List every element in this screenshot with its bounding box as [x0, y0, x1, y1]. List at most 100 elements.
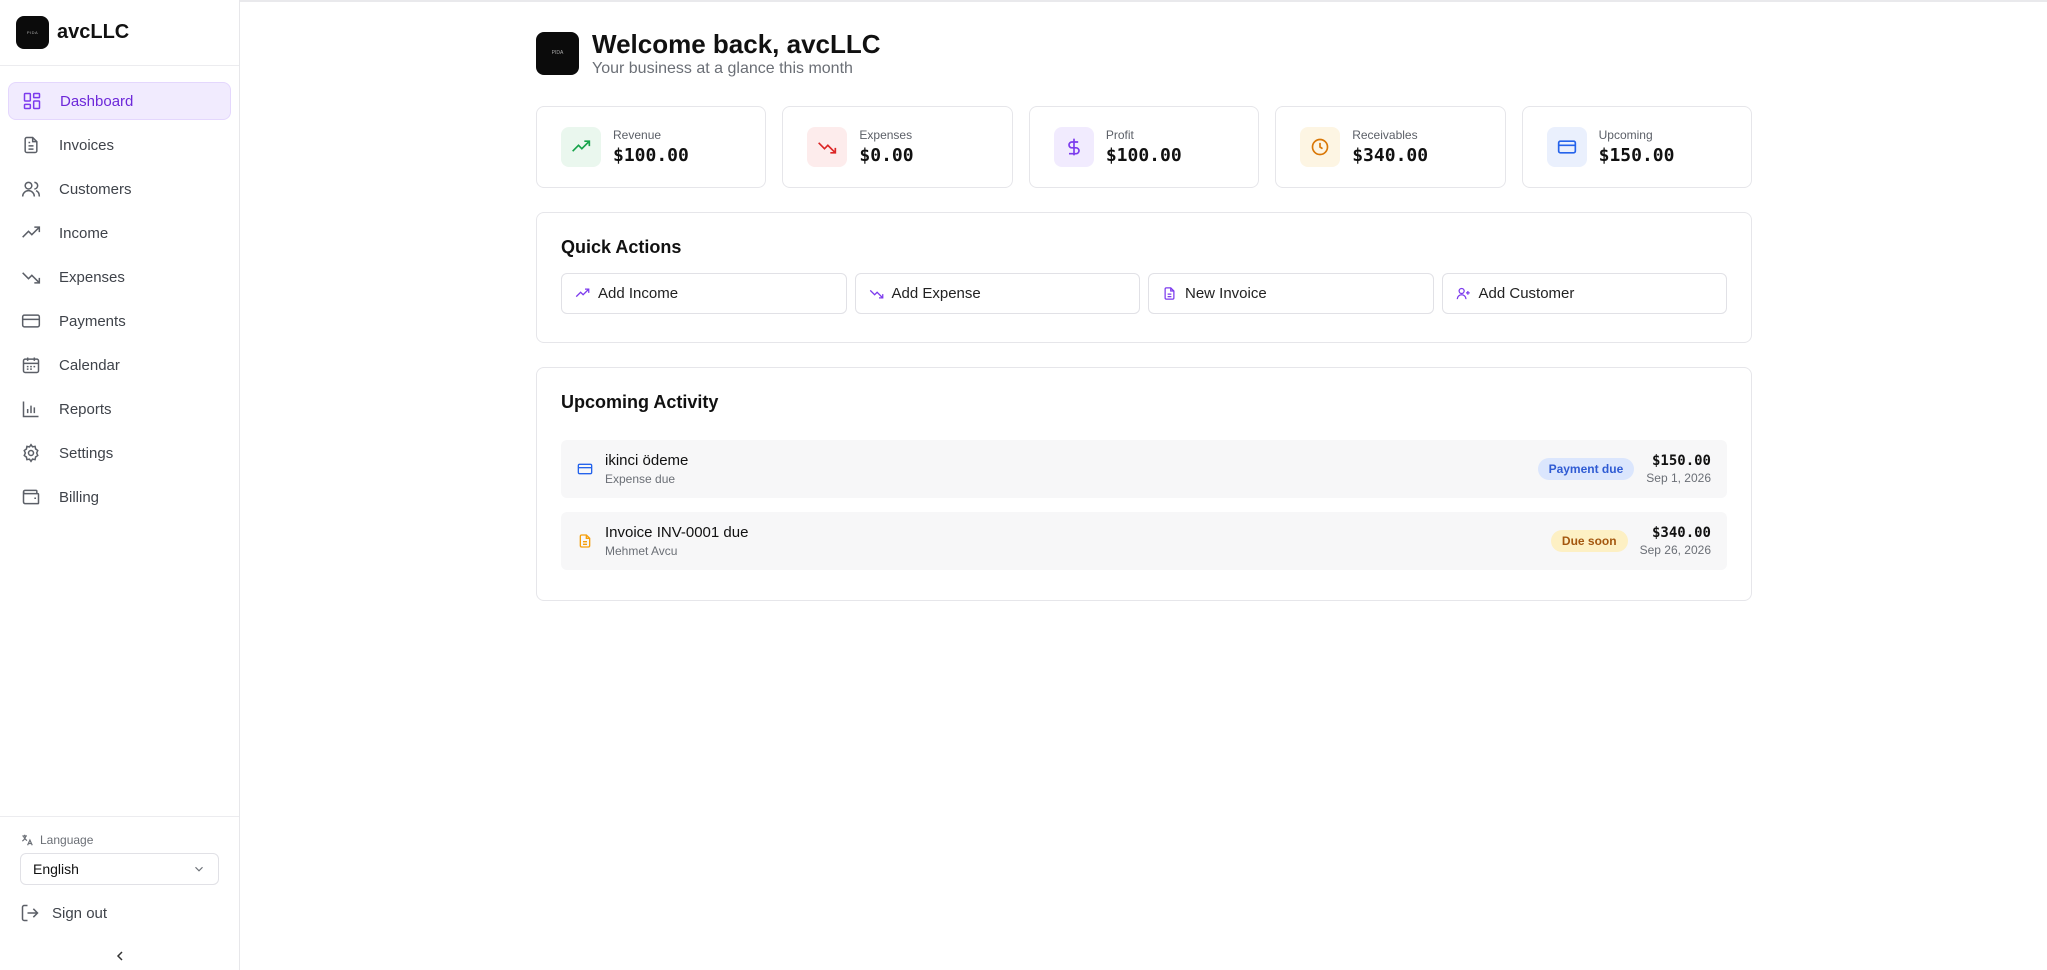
trending-down-icon [21, 267, 41, 287]
language-select-value: English [33, 861, 79, 877]
top-divider [240, 0, 2047, 2]
stat-label: Revenue [613, 128, 662, 142]
sidebar-item-customers[interactable]: Customers [8, 170, 231, 208]
stat-label: Receivables [1352, 128, 1418, 142]
users-icon [21, 179, 41, 199]
activity-amount-block: $340.00 Sep 26, 2026 [1640, 525, 1711, 557]
chevron-down-icon [192, 862, 206, 876]
page-subtitle: Your business at a glance this month [592, 59, 853, 77]
sign-out-button[interactable]: Sign out [20, 903, 239, 923]
status-badge: Payment due [1537, 458, 1635, 480]
user-plus-icon [1456, 286, 1471, 301]
activity-amount: $340.00 [1651, 525, 1711, 541]
stat-text: Revenue $100.00 [613, 128, 689, 166]
stat-value: $100.00 [613, 145, 689, 166]
sidebar-item-invoices[interactable]: Invoices [8, 126, 231, 164]
stat-card-profit: Profit $100.00 [1028, 106, 1260, 188]
activity-amount-block: $150.00 Sep 1, 2026 [1646, 453, 1711, 485]
brand-logo: PIDA [16, 16, 49, 49]
stat-value: $100.00 [1105, 145, 1182, 166]
sidebar-item-label: Calendar [59, 356, 120, 374]
add-customer-label: Add Customer [1478, 285, 1575, 302]
trending-up-icon [572, 140, 591, 152]
dollar-icon [1068, 138, 1080, 156]
sidebar-item-label: Customers [59, 180, 132, 198]
stat-value: $150.00 [1598, 145, 1675, 166]
language-select[interactable]: English [20, 853, 219, 885]
brand-logo-text: PIDA [26, 30, 39, 35]
gear-icon [21, 443, 41, 463]
stat-card-receivables: Receivables $340.00 [1275, 106, 1506, 188]
document-icon [21, 135, 41, 155]
list-item[interactable]: ikinci ödeme Expense due Payment due $15… [561, 440, 1727, 498]
stat-card-upcoming: Upcoming $150.00 [1521, 106, 1753, 188]
credit-card-icon [1557, 140, 1576, 154]
page-header: PIDA Welcome back, avcLLC Your business … [536, 28, 1752, 77]
stat-card-expenses: Expenses $0.00 [782, 106, 1013, 188]
sign-out-label: Sign out [52, 904, 108, 922]
stat-text: Upcoming $150.00 [1599, 128, 1675, 166]
sidebar-item-settings[interactable]: Settings [8, 434, 231, 472]
activity-date: Sep 1, 2026 [1646, 471, 1711, 485]
stat-icon-bg [561, 127, 601, 167]
sidebar-item-dashboard[interactable]: Dashboard [8, 82, 231, 120]
collapse-sidebar-button[interactable] [112, 948, 128, 964]
upcoming-activity-title: Upcoming Activity [561, 392, 719, 412]
sidebar-item-calendar[interactable]: Calendar [8, 346, 231, 384]
sidebar-footer: Language English Sign out [0, 816, 239, 970]
stat-value: $340.00 [1352, 145, 1429, 166]
stat-card-revenue: Revenue $100.00 [536, 106, 767, 188]
sidebar-nav: Dashboard Invoices Customers Income Expe… [0, 66, 239, 516]
stat-text: Receivables $340.00 [1352, 128, 1428, 166]
stat-icon-bg [807, 127, 848, 167]
activity-text: ikinci ödeme Expense due [605, 452, 1538, 486]
list-item[interactable]: Invoice INV-0001 due Mehmet Avcu Due soo… [561, 512, 1727, 570]
new-invoice-label: New Invoice [1185, 285, 1267, 302]
new-invoice-button[interactable]: New Invoice [1148, 273, 1434, 314]
activity-text: Invoice INV-0001 due Mehmet Avcu [605, 524, 1551, 558]
sidebar-item-income[interactable]: Income [8, 214, 231, 252]
add-income-button[interactable]: Add Income [561, 273, 847, 314]
stat-icon-bg [1053, 127, 1094, 167]
quick-actions-row: Add Income Add Expense New Invoice Add C… [561, 273, 1727, 314]
company-logo: PIDA [536, 31, 579, 75]
activity-list: ikinci ödeme Expense due Payment due $15… [561, 440, 1727, 570]
trending-up-icon [21, 223, 41, 243]
add-expense-label: Add Expense [891, 285, 981, 302]
sidebar-item-label: Reports [59, 400, 112, 418]
activity-date: Sep 26, 2026 [1639, 543, 1711, 557]
stat-label: Expenses [859, 128, 913, 142]
clock-icon [1311, 138, 1329, 156]
brand[interactable]: PIDA avcLLC [0, 0, 239, 66]
quick-actions-card: Quick Actions Add Income Add Expense New… [536, 212, 1752, 343]
document-icon [577, 533, 593, 549]
bar-chart-icon [21, 399, 41, 419]
activity-title: ikinci ödeme [605, 452, 689, 469]
dashboard-main: PIDA Welcome back, avcLLC Your business … [536, 28, 1753, 601]
chevron-left-icon [116, 951, 123, 961]
sidebar-item-expenses[interactable]: Expenses [8, 258, 231, 296]
wallet-icon [21, 487, 41, 507]
activity-subtitle: Expense due [605, 472, 676, 486]
credit-card-icon [577, 461, 593, 477]
sidebar-item-label: Dashboard [60, 92, 134, 110]
add-income-label: Add Income [598, 285, 679, 302]
stat-text: Expenses $0.00 [859, 128, 913, 166]
dashboard-grid-icon [22, 91, 42, 111]
company-logo-text: PIDA [551, 50, 564, 56]
sidebar-item-label: Payments [59, 312, 126, 330]
sidebar-item-reports[interactable]: Reports [8, 390, 231, 428]
trending-up-icon [575, 286, 590, 301]
page-title: Welcome back, avcLLC [592, 28, 881, 59]
language-label: Language [40, 833, 94, 847]
sidebar-item-billing[interactable]: Billing [8, 478, 231, 516]
document-icon [1162, 286, 1177, 301]
stat-text: Profit $100.00 [1106, 128, 1182, 166]
stat-label: Profit [1105, 128, 1134, 142]
stat-icon-bg [1300, 127, 1341, 167]
sidebar-item-payments[interactable]: Payments [8, 302, 231, 340]
add-expense-button[interactable]: Add Expense [854, 273, 1140, 314]
sidebar-item-label: Expenses [59, 268, 125, 286]
sidebar: PIDA avcLLC Dashboard Invoices Customers [0, 0, 240, 970]
add-customer-button[interactable]: Add Customer [1441, 273, 1727, 314]
